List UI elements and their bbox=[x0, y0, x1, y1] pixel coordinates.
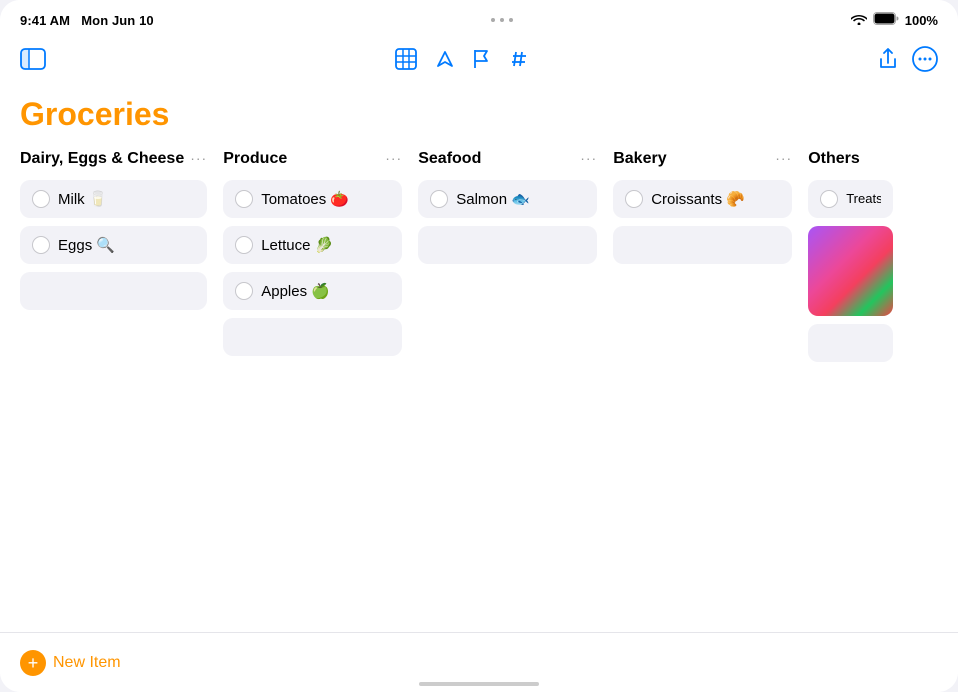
column-header-seafood: Seafood ··· bbox=[418, 149, 597, 170]
item-label: Salmon 🐟 bbox=[456, 190, 585, 208]
columns-container: Dairy, Eggs & Cheese ··· Milk 🥛 Eggs 🔍 P… bbox=[20, 149, 938, 625]
column-title-produce: Produce bbox=[223, 149, 379, 170]
column-title-others: Others bbox=[808, 149, 918, 170]
item-label: Tomatoes 🍅 bbox=[261, 190, 390, 208]
wifi-icon bbox=[851, 13, 867, 28]
toolbar-right bbox=[878, 46, 938, 72]
column-more-dairy[interactable]: ··· bbox=[184, 150, 207, 166]
item-label: Eggs 🔍 bbox=[58, 236, 195, 254]
new-item-plus-icon: + bbox=[20, 650, 46, 676]
item-label: Apples 🍏 bbox=[261, 282, 390, 300]
column-others: Others Treats for bbox=[808, 149, 918, 625]
item-label: Lettuce 🥬 bbox=[261, 236, 390, 254]
item-checkbox[interactable] bbox=[32, 190, 50, 208]
item-checkbox[interactable] bbox=[235, 236, 253, 254]
status-center-dots bbox=[491, 18, 513, 22]
item-checkbox[interactable] bbox=[625, 190, 643, 208]
toolbar-center bbox=[395, 48, 529, 70]
list-item[interactable]: Salmon 🐟 bbox=[418, 180, 597, 218]
column-dairy: Dairy, Eggs & Cheese ··· Milk 🥛 Eggs 🔍 bbox=[20, 149, 223, 625]
column-more-seafood[interactable]: ··· bbox=[574, 150, 597, 166]
item-checkbox[interactable] bbox=[235, 190, 253, 208]
hash-icon[interactable] bbox=[509, 49, 529, 69]
status-time-date: 9:41 AM Mon Jun 10 bbox=[20, 13, 154, 28]
sidebar-toggle-icon[interactable] bbox=[20, 48, 46, 70]
dot-3 bbox=[509, 18, 513, 22]
list-item[interactable]: Eggs 🔍 bbox=[20, 226, 207, 264]
list-item-empty bbox=[613, 226, 792, 264]
list-item[interactable]: Lettuce 🥬 bbox=[223, 226, 402, 264]
toolbar-left bbox=[20, 48, 46, 70]
column-produce: Produce ··· Tomatoes 🍅 Lettuce 🥬 Apples … bbox=[223, 149, 418, 625]
column-title-bakery: Bakery bbox=[613, 149, 769, 170]
item-checkbox[interactable] bbox=[235, 282, 253, 300]
new-item-button[interactable]: + New Item bbox=[20, 650, 121, 676]
page-title: Groceries bbox=[20, 96, 938, 133]
column-header-bakery: Bakery ··· bbox=[613, 149, 792, 170]
status-right: 100% bbox=[851, 12, 938, 28]
item-checkbox[interactable] bbox=[430, 190, 448, 208]
home-indicator bbox=[419, 682, 539, 686]
column-header-dairy: Dairy, Eggs & Cheese ··· bbox=[20, 149, 207, 170]
status-time: 9:41 AM bbox=[20, 13, 70, 28]
item-label: Treats for bbox=[846, 191, 881, 206]
dot-2 bbox=[500, 18, 504, 22]
toolbar bbox=[0, 36, 958, 86]
item-label: Milk 🥛 bbox=[58, 190, 195, 208]
list-item-empty bbox=[808, 324, 893, 362]
column-header-others: Others bbox=[808, 149, 918, 170]
column-seafood: Seafood ··· Salmon 🐟 bbox=[418, 149, 613, 625]
column-bakery: Bakery ··· Croissants 🥐 bbox=[613, 149, 808, 625]
column-title-dairy: Dairy, Eggs & Cheese bbox=[20, 149, 184, 170]
column-header-produce: Produce ··· bbox=[223, 149, 402, 170]
new-item-label: New Item bbox=[53, 654, 121, 672]
list-item[interactable]: Tomatoes 🍅 bbox=[223, 180, 402, 218]
list-item[interactable]: Croissants 🥐 bbox=[613, 180, 792, 218]
flag-icon[interactable] bbox=[473, 49, 491, 69]
list-item-empty bbox=[20, 272, 207, 310]
device-frame: 9:41 AM Mon Jun 10 bbox=[0, 0, 958, 692]
item-label: Croissants 🥐 bbox=[651, 190, 780, 208]
battery-percent: 100% bbox=[905, 13, 938, 28]
column-more-bakery[interactable]: ··· bbox=[769, 150, 792, 166]
share-icon[interactable] bbox=[878, 48, 898, 70]
column-title-seafood: Seafood bbox=[418, 149, 574, 170]
more-icon[interactable] bbox=[912, 46, 938, 72]
list-item-empty bbox=[223, 318, 402, 356]
item-checkbox[interactable] bbox=[32, 236, 50, 254]
status-date: Mon Jun 10 bbox=[81, 13, 154, 28]
table-icon[interactable] bbox=[395, 48, 417, 70]
list-item[interactable]: Milk 🥛 bbox=[20, 180, 207, 218]
list-item-empty bbox=[418, 226, 597, 264]
arrow-up-right-icon[interactable] bbox=[435, 49, 455, 69]
list-item[interactable]: Treats for bbox=[808, 180, 893, 218]
treats-image bbox=[808, 226, 893, 316]
main-content: Groceries Dairy, Eggs & Cheese ··· Milk … bbox=[0, 86, 958, 692]
battery-icon bbox=[873, 12, 899, 28]
dot-1 bbox=[491, 18, 495, 22]
column-more-produce[interactable]: ··· bbox=[379, 150, 402, 166]
status-bar: 9:41 AM Mon Jun 10 bbox=[0, 0, 958, 36]
item-checkbox[interactable] bbox=[820, 190, 838, 208]
list-item[interactable]: Apples 🍏 bbox=[223, 272, 402, 310]
